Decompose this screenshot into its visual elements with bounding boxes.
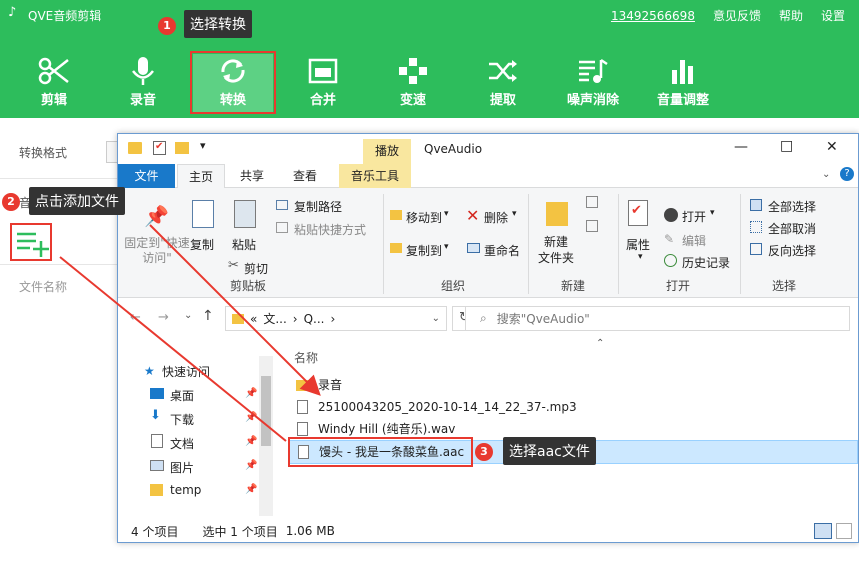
step-1-badge: 1 [158, 17, 176, 35]
arrow-line-2 [149, 224, 321, 396]
step-3-label: 选择aac文件 [503, 437, 596, 465]
arrow-line-1 [59, 256, 287, 442]
step-2-badge: 2 [2, 193, 20, 211]
step-1-label: 选择转换 [184, 10, 252, 38]
annotation-arrow [59, 224, 321, 442]
step-2-label: 点击添加文件 [29, 187, 125, 215]
step-3-badge: 3 [475, 443, 493, 461]
